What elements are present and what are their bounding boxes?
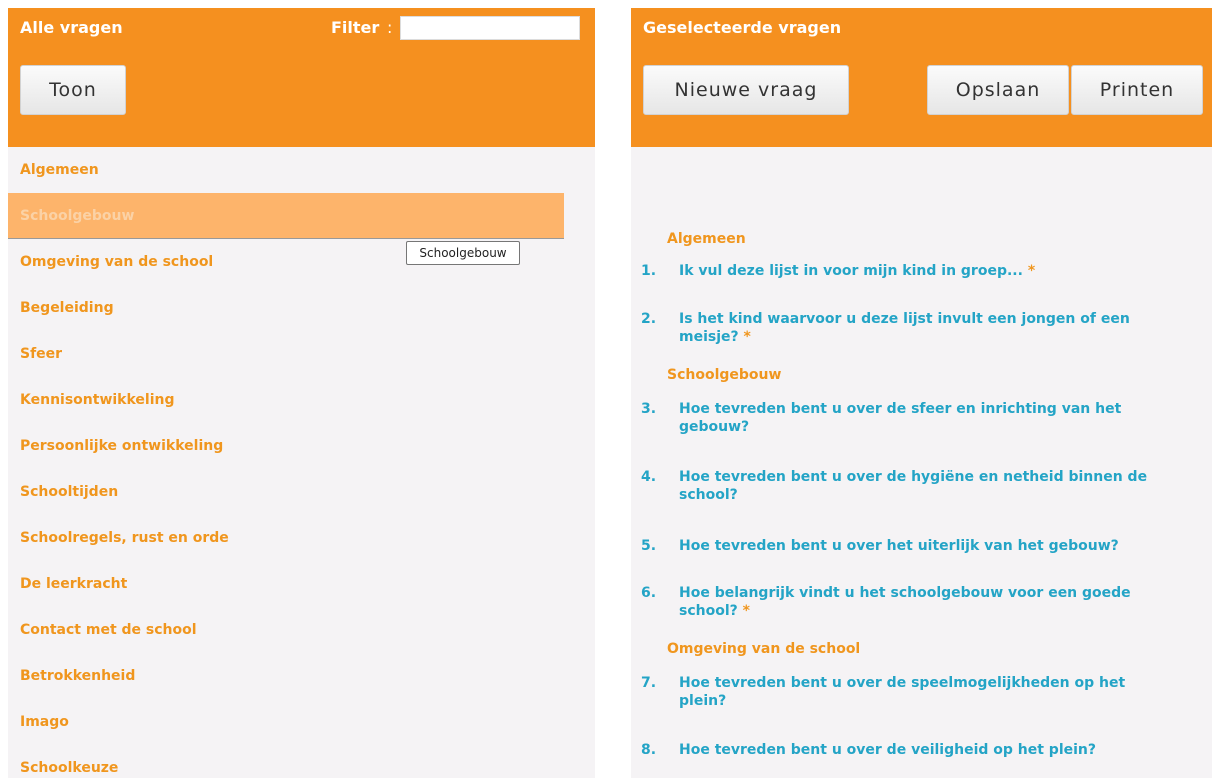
question-link[interactable]: Hoe tevreden bent u over de sfeer en inr… xyxy=(679,400,1159,436)
group-title: Omgeving van de school xyxy=(667,641,861,657)
question-text: Hoe tevreden bent u over de hygiëne en n… xyxy=(679,469,1148,503)
question-number: 3. xyxy=(641,401,657,417)
question-text: Ik vul deze lijst in voor mijn kind in g… xyxy=(679,263,1023,279)
selected-questions-header: Geselecteerde vragen Nieuwe vraag Opslaa… xyxy=(631,8,1212,147)
question-number: 8. xyxy=(641,742,657,758)
category-item[interactable]: Schoolkeuze xyxy=(8,745,564,778)
required-marker: * xyxy=(743,329,751,345)
tooltip: Schoolgebouw xyxy=(406,241,520,265)
category-item[interactable]: De leerkracht xyxy=(8,561,564,607)
question-link[interactable]: Hoe tevreden bent u over de speelmogelij… xyxy=(679,674,1159,710)
category-item[interactable]: Begeleiding xyxy=(8,285,564,331)
category-item[interactable]: Contact met de school xyxy=(8,607,564,653)
required-marker: * xyxy=(1027,263,1036,279)
question-link[interactable]: Hoe tevreden bent u over de hygiëne en n… xyxy=(679,468,1159,504)
filter-input[interactable] xyxy=(400,16,580,40)
question-number: 2. xyxy=(641,311,657,327)
category-item[interactable]: Sfeer xyxy=(8,331,564,377)
question-link[interactable]: Hoe belangrijk vindt u het schoolgebouw … xyxy=(679,584,1159,620)
all-questions-header: Alle vragen Filter : Toon xyxy=(8,8,595,147)
required-marker: * xyxy=(742,603,750,619)
question-text: Hoe tevreden bent u over het uiterlijk v… xyxy=(679,538,1119,554)
all-questions-title: Alle vragen xyxy=(20,18,123,37)
filter-colon: : xyxy=(387,18,393,37)
question-text: Hoe tevreden bent u over de veiligheid o… xyxy=(679,742,1097,758)
print-button[interactable]: Printen xyxy=(1071,65,1203,115)
question-number: 6. xyxy=(641,585,657,601)
selected-questions-panel: Geselecteerde vragen Nieuwe vraag Opslaa… xyxy=(631,8,1212,778)
category-item[interactable]: Betrokkenheid xyxy=(8,653,564,699)
group-title: Algemeen xyxy=(667,231,746,247)
question-link[interactable]: Is het kind waarvoor u deze lijst invult… xyxy=(679,310,1159,346)
category-item[interactable]: Schooltijden xyxy=(8,469,564,515)
selected-questions-title: Geselecteerde vragen xyxy=(643,18,842,37)
category-item[interactable]: Schoolregels, rust en orde xyxy=(8,515,564,561)
category-item[interactable]: Schoolgebouw xyxy=(8,193,564,239)
question-number: 5. xyxy=(641,538,657,554)
question-link[interactable]: Hoe tevreden bent u over de veiligheid o… xyxy=(679,741,1159,759)
question-link[interactable]: Hoe tevreden bent u over het uiterlijk v… xyxy=(679,537,1159,555)
category-item[interactable]: Persoonlijke ontwikkeling xyxy=(8,423,564,469)
show-button[interactable]: Toon xyxy=(20,65,126,115)
question-number: 1. xyxy=(641,263,657,279)
all-questions-panel: Alle vragen Filter : Toon Algemeen School… xyxy=(8,8,595,778)
question-text: Hoe tevreden bent u over de speelmogelij… xyxy=(679,675,1126,709)
question-number: 7. xyxy=(641,675,657,691)
category-item[interactable]: Kennisontwikkeling xyxy=(8,377,564,423)
save-button[interactable]: Opslaan xyxy=(927,65,1069,115)
group-title: Schoolgebouw xyxy=(667,367,782,383)
filter-label: Filter xyxy=(331,18,380,37)
category-item[interactable]: Algemeen xyxy=(8,147,564,193)
question-text: Hoe tevreden bent u over de sfeer en inr… xyxy=(679,401,1122,435)
question-link[interactable]: Ik vul deze lijst in voor mijn kind in g… xyxy=(679,262,1159,280)
category-item[interactable]: Imago xyxy=(8,699,564,745)
new-question-button[interactable]: Nieuwe vraag xyxy=(643,65,849,115)
question-number: 4. xyxy=(641,469,657,485)
